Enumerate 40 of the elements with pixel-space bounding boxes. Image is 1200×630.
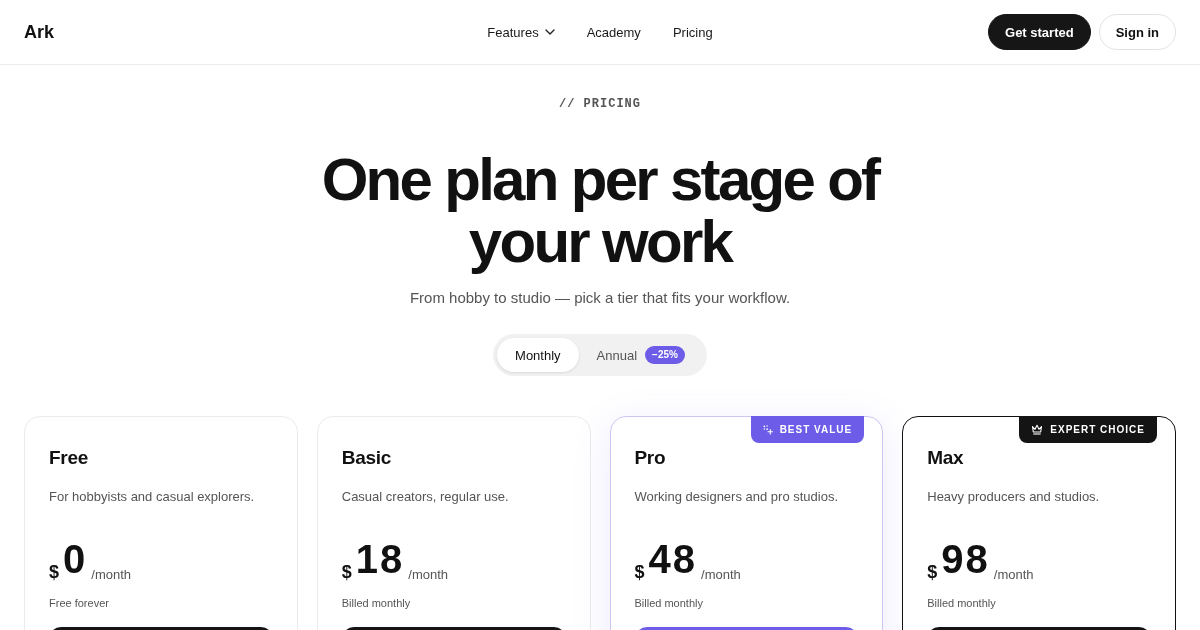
currency-symbol: $ — [341, 563, 352, 581]
plan-name: Free — [49, 446, 89, 470]
billing-note: Billed monthly — [341, 596, 412, 610]
price-period: /month — [408, 568, 448, 582]
crown-icon — [1031, 424, 1044, 435]
billing-option[interactable]: Annual −25% — [578, 338, 703, 372]
nav-link[interactable]: Pricing — [672, 24, 713, 40]
logo[interactable]: Ark — [24, 21, 54, 43]
plan-name: Max — [927, 446, 965, 470]
plan-price: 0 — [63, 541, 88, 577]
plan-price: 48 — [648, 541, 697, 577]
currency-symbol: $ — [634, 563, 645, 581]
nav-link[interactable]: Academy — [586, 24, 641, 40]
plan-description: For hobbyists and casual explorers. — [49, 488, 256, 506]
plan-badge: EXPERT CHOICE — [1019, 416, 1157, 443]
plan-description: Working designers and pro studios. — [634, 488, 840, 506]
plan-price: 18 — [355, 541, 405, 577]
plan-description: Casual creators, regular use. — [341, 488, 510, 506]
section-eyebrow: // PRICING — [559, 96, 641, 112]
sign-in-button[interactable]: Sign in — [1098, 14, 1176, 50]
currency-symbol: $ — [49, 563, 59, 581]
plan-name: Pro — [634, 446, 667, 470]
price-period: /month — [91, 568, 131, 582]
plan-badge: BEST VALUE — [750, 416, 865, 443]
plan-description: Heavy producers and studios. — [927, 488, 1101, 506]
get-started-button[interactable]: Get started — [988, 14, 1091, 50]
price-period: /month — [701, 568, 741, 582]
price-period: /month — [993, 568, 1034, 582]
billing-note: Billed monthly — [634, 596, 704, 610]
page-subtitle: From hobby to studio — pick a tier that fits your workflow. — [409, 288, 791, 308]
plan-price: 98 — [941, 541, 990, 577]
discount-badge: −25% — [645, 346, 685, 364]
nav-link[interactable]: Features — [487, 24, 555, 40]
billing-note: Free forever — [49, 596, 110, 610]
page-heading: One plan per stage of your work — [320, 149, 881, 273]
plan-name: Basic — [341, 446, 392, 470]
currency-symbol: $ — [927, 563, 938, 581]
sparkle-icon — [762, 424, 773, 435]
billing-note: Billed monthly — [927, 596, 997, 610]
billing-option[interactable]: Monthly — [497, 338, 579, 372]
